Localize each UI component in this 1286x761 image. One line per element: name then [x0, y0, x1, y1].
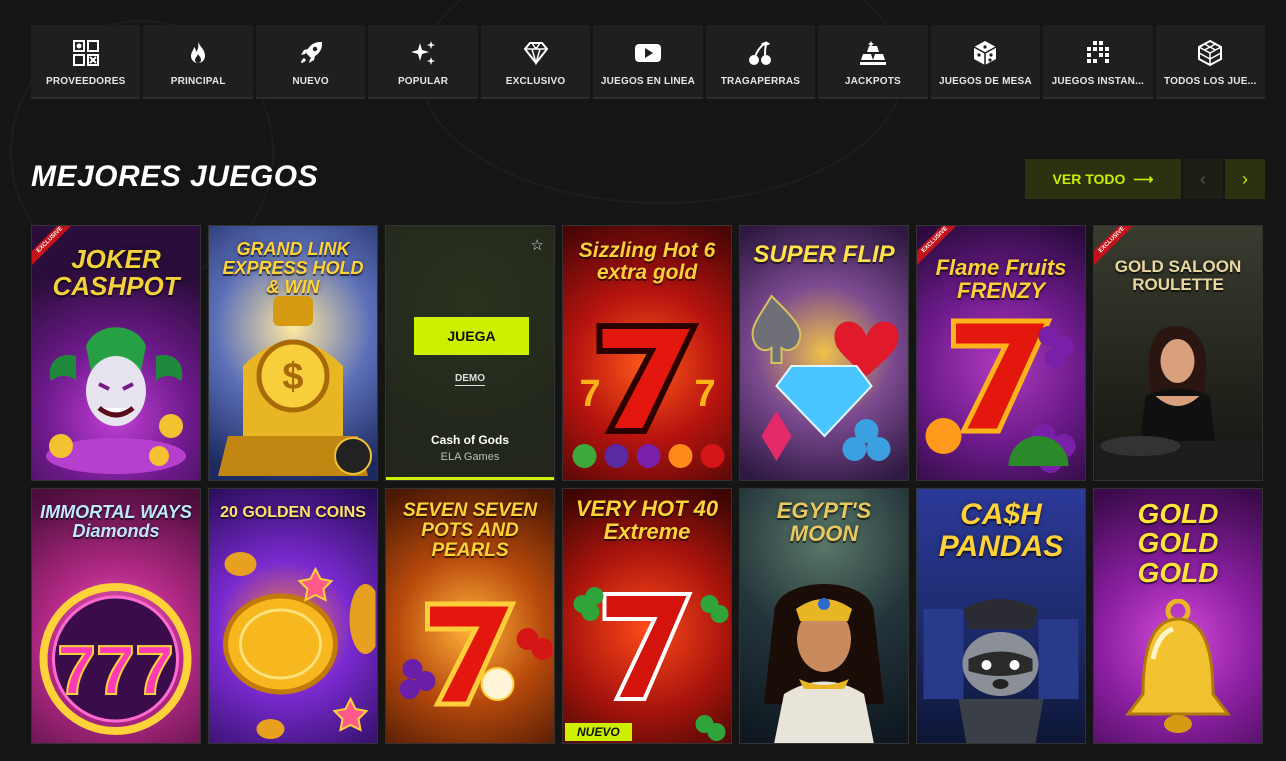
game-tile-cash-of-gods[interactable]: ☆ JUEGA DEMO Cash of Gods ELA Games	[385, 225, 555, 481]
game-name: Cash of Gods	[430, 433, 509, 447]
view-all-button[interactable]: VER TODO ⟶	[1025, 159, 1181, 199]
seven-art: 7 7	[572, 323, 725, 468]
game-tile-very-hot-40-extreme[interactable]: VERY HOT 40 Extreme NUEVO	[562, 488, 732, 744]
game-tile-cash-pandas[interactable]: CA$H PANDAS	[916, 488, 1086, 744]
game-tile-immortal-ways-diamonds[interactable]: IMMORTAL WAYS Diamonds 777	[31, 488, 201, 744]
diamond-icon	[523, 42, 548, 66]
game-title: EGYPT'S MOON	[776, 498, 872, 547]
arrow-right-icon: ⟶	[1133, 170, 1154, 187]
category-popular[interactable]: POPULAR	[368, 25, 478, 99]
game-title: GRAND LINK EXPRESS HOLD & WIN	[222, 239, 364, 297]
game-title: IMMORTAL WAYS Diamonds	[40, 502, 192, 541]
gold-bars-icon	[859, 41, 886, 65]
game-tile-super-flip[interactable]: SUPER FLIP	[739, 225, 909, 481]
svg-text:$: $	[282, 356, 303, 398]
game-title: 20 GOLDEN COINS	[220, 504, 366, 521]
cherries-icon	[749, 41, 772, 65]
bell-art	[1125, 599, 1231, 733]
hover-accent-bar	[386, 477, 554, 480]
category-jackpots[interactable]: JACKPOTS	[818, 25, 928, 99]
category-label: JUEGOS EN LÍNEA	[600, 76, 696, 87]
category-new[interactable]: NUEVO	[255, 25, 366, 99]
section-title: MEJORES JUEGOS	[31, 160, 319, 193]
play-button[interactable]: JUEGA	[414, 317, 529, 355]
view-all-label: VER TODO	[1052, 171, 1126, 187]
category-table-games[interactable]: JUEGOS DE MESA	[930, 25, 1041, 99]
category-exclusive[interactable]: EXCLUSIVO	[480, 25, 591, 99]
category-main[interactable]: PRINCIPAL	[143, 25, 253, 99]
train-art: $	[218, 296, 372, 476]
category-all-games[interactable]: TODOS LOS JUE...	[1155, 25, 1265, 99]
flame-icon	[191, 41, 206, 63]
svg-text:7: 7	[580, 373, 601, 415]
new-badge: NUEVO	[565, 723, 632, 741]
category-label: POPULAR	[397, 76, 449, 87]
pixel-blocks-icon	[1086, 41, 1109, 63]
chevron-left-icon: ‹	[1200, 168, 1206, 189]
game-tile-gold-saloon-roulette[interactable]: GOLD SALOON ROULETTE EXCLUSIVE	[1093, 225, 1263, 481]
queen-art	[764, 584, 884, 743]
demo-link[interactable]: DEMO	[386, 373, 554, 386]
category-label: JUEGOS INSTAN...	[1051, 76, 1145, 87]
category-providers[interactable]: PROVEEDORES	[31, 25, 141, 99]
game-tile-seven-seven-pots-and-pearls[interactable]: SEVEN SEVEN POTS AND PEARLS	[385, 488, 555, 744]
game-title: VERY HOT 40 Extreme	[575, 496, 719, 545]
category-bar: PROVEEDORES PRINCIPAL NUEVO POPULAR EXCL…	[31, 25, 1265, 99]
favorite-star-icon[interactable]: ☆	[531, 236, 544, 254]
category-instant-games[interactable]: JUEGOS INSTAN...	[1043, 25, 1153, 99]
game-tile-egypts-moon[interactable]: EGYPT'S MOON	[739, 488, 909, 744]
game-title: SUPER FLIP	[753, 241, 895, 268]
play-icon	[634, 44, 661, 62]
game-title: CA$H PANDAS	[938, 498, 1064, 563]
game-title: GOLD SALOON ROULETTE	[1114, 257, 1242, 294]
gem-suits-art	[751, 294, 899, 461]
game-title: GOLD GOLD GOLD	[1137, 498, 1219, 588]
category-label: JUEGOS DE MESA	[938, 76, 1032, 87]
sparkles-icon	[411, 41, 436, 65]
game-tile-sizzling-hot-6[interactable]: Sizzling Hot 6 extra gold 7 7	[562, 225, 732, 481]
chevron-right-icon: ›	[1242, 168, 1248, 189]
game-title: Flame Fruits FRENZY	[935, 255, 1067, 304]
category-slots[interactable]: TRAGAPERRAS	[705, 25, 816, 99]
category-online[interactable]: JUEGOS EN LÍNEA	[593, 25, 703, 99]
coin-art	[223, 552, 376, 739]
game-tile-joker-cashpot[interactable]: JOKER CASHPOT EXCLUSIVE	[31, 225, 201, 481]
game-title: JOKER CASHPOT	[52, 244, 180, 302]
rocket-icon	[300, 42, 322, 63]
dice-icon	[973, 41, 997, 65]
game-provider: ELA Games	[440, 451, 500, 463]
dealer-art	[1095, 326, 1261, 480]
category-label: JACKPOTS	[844, 76, 901, 87]
game-tile-flame-fruits-frenzy[interactable]: Flame Fruits FRENZY EXCLUSIVE	[916, 225, 1086, 481]
carousel-next-button[interactable]: ›	[1225, 159, 1265, 199]
joker-art	[46, 327, 186, 474]
category-label: TODOS LOS JUE...	[1164, 76, 1257, 87]
game-title: SEVEN SEVEN POTS AND PEARLS	[402, 500, 538, 561]
providers-grid-icon	[72, 40, 99, 66]
cube-icon	[1198, 39, 1223, 67]
fruit-seven-art	[925, 318, 1076, 473]
svg-text:777: 777	[57, 631, 174, 709]
seven-pearls-art	[399, 601, 553, 707]
game-tile-20-golden-coins[interactable]: 20 GOLDEN COINS	[208, 488, 378, 744]
wheel-777-art: 777	[39, 583, 192, 735]
carousel-prev-button[interactable]: ‹	[1183, 159, 1223, 199]
category-label: EXCLUSIVO	[505, 76, 566, 87]
category-label: PROVEEDORES	[46, 76, 126, 87]
category-label: PRINCIPAL	[170, 76, 226, 87]
games-grid: JOKER CASHPOT EXCLUSIVE GRAND LINK EXPRE…	[31, 225, 1265, 744]
category-label: NUEVO	[292, 76, 329, 87]
category-label: TRAGAPERRAS	[720, 76, 801, 87]
red-seven-art	[573, 587, 729, 741]
game-title: Sizzling Hot 6 extra gold	[578, 239, 716, 285]
game-tile-grand-link[interactable]: GRAND LINK EXPRESS HOLD & WIN $	[208, 225, 378, 481]
svg-text:7: 7	[695, 373, 716, 415]
demo-label: DEMO	[455, 373, 485, 386]
raccoon-art	[923, 599, 1079, 743]
game-tile-gold-gold-gold[interactable]: GOLD GOLD GOLD	[1093, 488, 1263, 744]
